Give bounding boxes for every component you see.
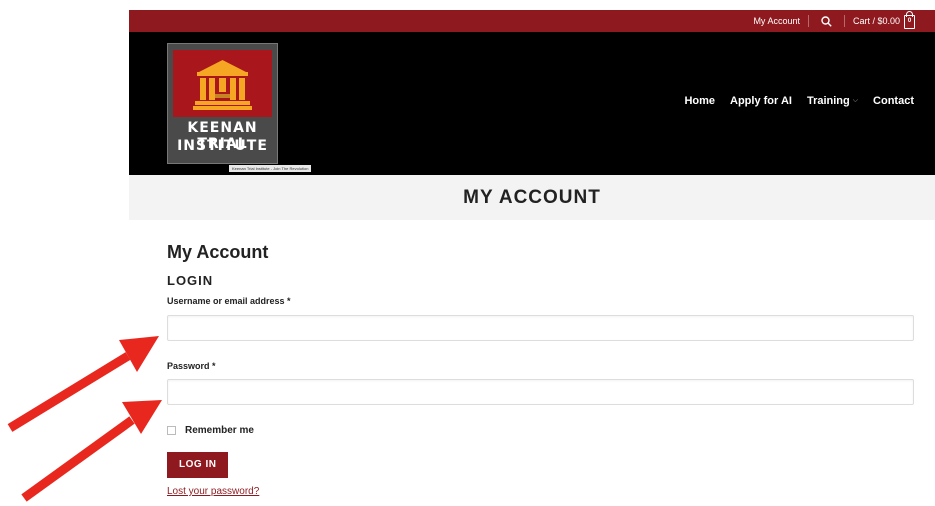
username-label: Username or email address * bbox=[167, 296, 291, 306]
page-title: MY ACCOUNT bbox=[463, 186, 601, 208]
divider bbox=[843, 15, 845, 27]
shopping-bag-icon: 0 bbox=[904, 11, 915, 29]
account-heading: My Account bbox=[167, 242, 269, 262]
username-field[interactable] bbox=[167, 315, 914, 341]
login-button[interactable]: LOG IN bbox=[167, 452, 229, 478]
site-header: KEENAN TRIAL INSTITUTE Keenan Trial Inst… bbox=[129, 32, 935, 175]
password-label: Password * bbox=[167, 361, 216, 371]
courthouse-icon bbox=[193, 60, 252, 110]
logo-tagline: Keenan Trial Institute - Join The Revolu… bbox=[229, 165, 312, 172]
nav-item-apply[interactable]: Apply for AI bbox=[730, 95, 792, 107]
site-wrapper: My Account Cart / $0.00 0 KEENAN TRIAL I… bbox=[129, 10, 935, 220]
logo-text-line2: INSTITUTE bbox=[177, 138, 268, 154]
cart-count: 0 bbox=[907, 18, 912, 24]
my-account-link[interactable]: My Account bbox=[753, 16, 800, 26]
search-icon[interactable] bbox=[821, 15, 832, 27]
login-heading: LOGIN bbox=[167, 273, 214, 288]
nav-item-label: Home bbox=[684, 95, 716, 107]
red-arrow-icon bbox=[21, 400, 162, 502]
nav-item-label: Apply for AI bbox=[730, 95, 792, 107]
nav-item-home[interactable]: Home bbox=[684, 95, 715, 107]
logo-background bbox=[173, 50, 272, 117]
lost-password-link[interactable]: Lost your password? bbox=[167, 486, 914, 497]
top-bar: My Account Cart / $0.00 0 bbox=[129, 10, 935, 32]
remember-me-label[interactable]: Remember me bbox=[185, 425, 254, 436]
remember-me-row: Remember me bbox=[167, 425, 914, 436]
site-logo[interactable]: KEENAN TRIAL INSTITUTE bbox=[167, 43, 278, 164]
cart-button[interactable]: Cart / $0.00 0 bbox=[852, 11, 915, 29]
nav-item-label: Contact bbox=[873, 95, 914, 107]
main-nav: Home Apply for AI Training ⌵ Contact bbox=[684, 95, 914, 107]
divider bbox=[807, 15, 809, 27]
remember-me-checkbox[interactable] bbox=[167, 426, 176, 435]
password-field[interactable] bbox=[167, 379, 914, 405]
nav-item-label: Training bbox=[806, 95, 850, 107]
page-title-band: MY ACCOUNT bbox=[129, 175, 935, 220]
chevron-down-icon: ⌵ bbox=[852, 97, 859, 104]
cart-label: Cart / $0.00 bbox=[852, 16, 900, 26]
nav-item-training[interactable]: Training ⌵ bbox=[807, 95, 858, 107]
login-section: My Account LOGIN Username or email addre… bbox=[167, 240, 914, 497]
nav-item-contact[interactable]: Contact bbox=[873, 95, 914, 107]
red-arrow-icon bbox=[7, 336, 159, 432]
